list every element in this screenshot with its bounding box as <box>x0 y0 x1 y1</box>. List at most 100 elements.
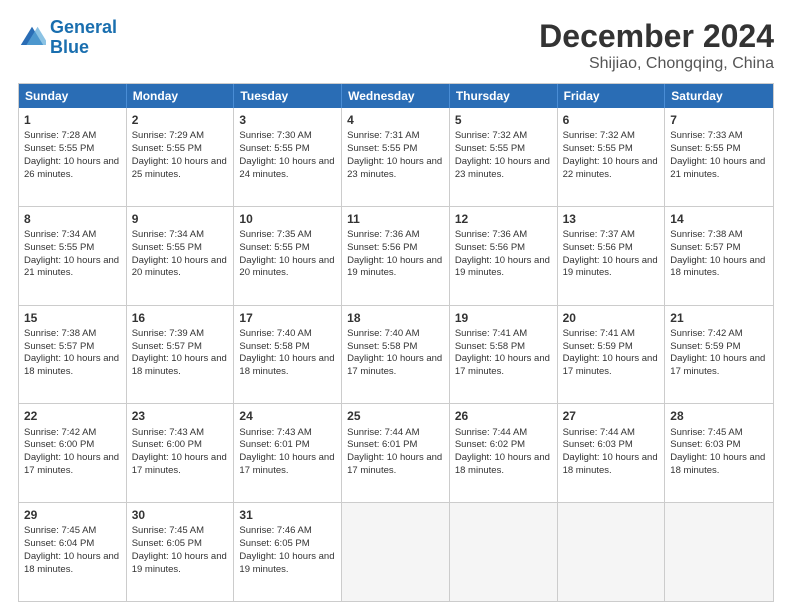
logo-line2: Blue <box>50 37 89 57</box>
table-row: 15Sunrise: 7:38 AMSunset: 5:57 PMDayligh… <box>19 306 127 404</box>
sunrise-label: Sunrise: 7:30 AM <box>239 130 311 141</box>
header-saturday: Saturday <box>665 84 773 108</box>
day-number: 20 <box>563 310 660 326</box>
day-number: 31 <box>239 507 336 523</box>
table-row: 21Sunrise: 7:42 AMSunset: 5:59 PMDayligh… <box>665 306 773 404</box>
sunrise-label: Sunrise: 7:44 AM <box>455 427 527 438</box>
calendar-header: Sunday Monday Tuesday Wednesday Thursday… <box>19 84 773 108</box>
daylight-label: Daylight: 10 hours and 20 minutes. <box>132 255 227 279</box>
daylight-label: Daylight: 10 hours and 19 minutes. <box>132 551 227 575</box>
calendar-week-3: 15 Sunrise: 7:38 AM Sunset: 5:57 PM Dayligh… <box>19 305 773 404</box>
table-row: 19Sunrise: 7:41 AMSunset: 5:58 PMDayligh… <box>450 306 558 404</box>
daylight-label: Daylight: 10 hours and 18 minutes. <box>670 255 765 279</box>
day-number: 24 <box>239 408 336 424</box>
title-block: December 2024 Shijiao, Chongqing, China <box>539 18 774 73</box>
day-number: 22 <box>24 408 121 424</box>
sunset-label: Sunset: 5:58 PM <box>239 341 309 352</box>
table-row: 20Sunrise: 7:41 AMSunset: 5:59 PMDayligh… <box>558 306 666 404</box>
daylight-label: Daylight: 10 hours and 19 minutes. <box>455 255 550 279</box>
sunrise-label: Sunrise: 7:39 AM <box>132 328 204 339</box>
sunset-label: Sunset: 5:55 PM <box>347 143 417 154</box>
daylight-label: Daylight: 10 hours and 17 minutes. <box>24 452 119 476</box>
daylight-label: Daylight: 10 hours and 18 minutes. <box>455 452 550 476</box>
table-row: 7Sunrise: 7:33 AMSunset: 5:55 PMDaylight… <box>665 108 773 206</box>
logo-line1: General <box>50 17 117 37</box>
logo: General Blue <box>18 18 117 58</box>
sunrise-label: Sunrise: 7:45 AM <box>24 525 96 536</box>
sunrise-label: Sunrise: 7:43 AM <box>132 427 204 438</box>
header-tuesday: Tuesday <box>234 84 342 108</box>
table-row: 28Sunrise: 7:45 AMSunset: 6:03 PMDayligh… <box>665 404 773 502</box>
sunrise-label: Sunrise: 7:45 AM <box>132 525 204 536</box>
table-row: 17Sunrise: 7:40 AMSunset: 5:58 PMDayligh… <box>234 306 342 404</box>
calendar-week-4: 22Sunrise: 7:42 AMSunset: 6:00 PMDayligh… <box>19 403 773 502</box>
day-number: 6 <box>563 112 660 128</box>
table-row <box>450 503 558 601</box>
daylight-label: Daylight: 10 hours and 23 minutes. <box>455 156 550 180</box>
day-number: 11 <box>347 211 444 227</box>
daylight-label: Daylight: 10 hours and 21 minutes. <box>24 255 119 279</box>
daylight-label: Daylight: 10 hours and 18 minutes. <box>563 452 658 476</box>
daylight-label: Daylight: 10 hours and 18 minutes. <box>24 353 119 377</box>
table-row: 11 Sunrise: 7:36 AM Sunset: 5:56 PM Dayligh… <box>342 207 450 305</box>
daylight-label: Daylight: 10 hours and 21 minutes. <box>670 156 765 180</box>
table-row: 22Sunrise: 7:42 AMSunset: 6:00 PMDayligh… <box>19 404 127 502</box>
daylight-label: Daylight: 10 hours and 19 minutes. <box>563 255 658 279</box>
day-number: 10 <box>239 211 336 227</box>
calendar-week-2: 8 Sunrise: 7:34 AM Sunset: 5:55 PM Daylight… <box>19 206 773 305</box>
day-number: 7 <box>670 112 768 128</box>
day-number: 15 <box>24 310 121 326</box>
sunrise-label: Sunrise: 7:29 AM <box>132 130 204 141</box>
sunrise-label: Sunrise: 7:38 AM <box>24 328 96 339</box>
day-number: 8 <box>24 211 121 227</box>
day-number: 12 <box>455 211 552 227</box>
sunrise-label: Sunrise: 7:34 AM <box>132 229 204 240</box>
daylight-label: Daylight: 10 hours and 17 minutes. <box>239 452 334 476</box>
table-row: 12Sunrise: 7:36 AMSunset: 5:56 PMDayligh… <box>450 207 558 305</box>
calendar-week-1: 1Sunrise: 7:28 AMSunset: 5:55 PMDaylight… <box>19 108 773 206</box>
sunset-label: Sunset: 5:58 PM <box>455 341 525 352</box>
sunset-label: Sunset: 6:03 PM <box>670 439 740 450</box>
sunrise-label: Sunrise: 7:33 AM <box>670 130 742 141</box>
sunset-label: Sunset: 5:57 PM <box>132 341 202 352</box>
daylight-label: Daylight: 10 hours and 26 minutes. <box>24 156 119 180</box>
day-number: 23 <box>132 408 229 424</box>
day-number: 9 <box>132 211 229 227</box>
day-number: 14 <box>670 211 768 227</box>
sunset-label: Sunset: 5:56 PM <box>347 242 417 253</box>
sunrise-label: Sunrise: 7:41 AM <box>563 328 635 339</box>
daylight-label: Daylight: 10 hours and 20 minutes. <box>239 255 334 279</box>
table-row <box>558 503 666 601</box>
header-friday: Friday <box>558 84 666 108</box>
sunrise-label: Sunrise: 7:43 AM <box>239 427 311 438</box>
day-number: 13 <box>563 211 660 227</box>
sunrise-label: Sunrise: 7:36 AM <box>347 229 419 240</box>
daylight-label: Daylight: 10 hours and 17 minutes. <box>455 353 550 377</box>
sunset-label: Sunset: 5:55 PM <box>455 143 525 154</box>
table-row: 10Sunrise: 7:35 AMSunset: 5:55 PMDayligh… <box>234 207 342 305</box>
day-number: 3 <box>239 112 336 128</box>
daylight-label: Daylight: 10 hours and 24 minutes. <box>239 156 334 180</box>
day-number: 30 <box>132 507 229 523</box>
daylight-label: Daylight: 10 hours and 17 minutes. <box>563 353 658 377</box>
sunset-label: Sunset: 6:04 PM <box>24 538 94 549</box>
sunset-label: Sunset: 5:55 PM <box>132 242 202 253</box>
daylight-label: Daylight: 10 hours and 19 minutes. <box>239 551 334 575</box>
sunrise-label: Sunrise: 7:35 AM <box>239 229 311 240</box>
day-number: 27 <box>563 408 660 424</box>
sunset-label: Sunset: 5:59 PM <box>670 341 740 352</box>
table-row: 3Sunrise: 7:30 AMSunset: 5:55 PMDaylight… <box>234 108 342 206</box>
daylight-label: Daylight: 10 hours and 23 minutes. <box>347 156 442 180</box>
sunset-label: Sunset: 5:56 PM <box>455 242 525 253</box>
day-number: 21 <box>670 310 768 326</box>
daylight-label: Daylight: 10 hours and 19 minutes. <box>347 255 442 279</box>
sunrise-label: Sunrise: 7:45 AM <box>670 427 742 438</box>
table-row: 30Sunrise: 7:45 AMSunset: 6:05 PMDayligh… <box>127 503 235 601</box>
sunrise-label: Sunrise: 7:41 AM <box>455 328 527 339</box>
table-row: 23Sunrise: 7:43 AMSunset: 6:00 PMDayligh… <box>127 404 235 502</box>
day-number: 28 <box>670 408 768 424</box>
sunset-label: Sunset: 6:05 PM <box>239 538 309 549</box>
sunrise-label: Sunrise: 7:28 AM <box>24 130 96 141</box>
table-row: 24 Sunrise: 7:43 AMSunset: 6:01 PM Dayligh… <box>234 404 342 502</box>
sunset-label: Sunset: 6:01 PM <box>239 439 309 450</box>
